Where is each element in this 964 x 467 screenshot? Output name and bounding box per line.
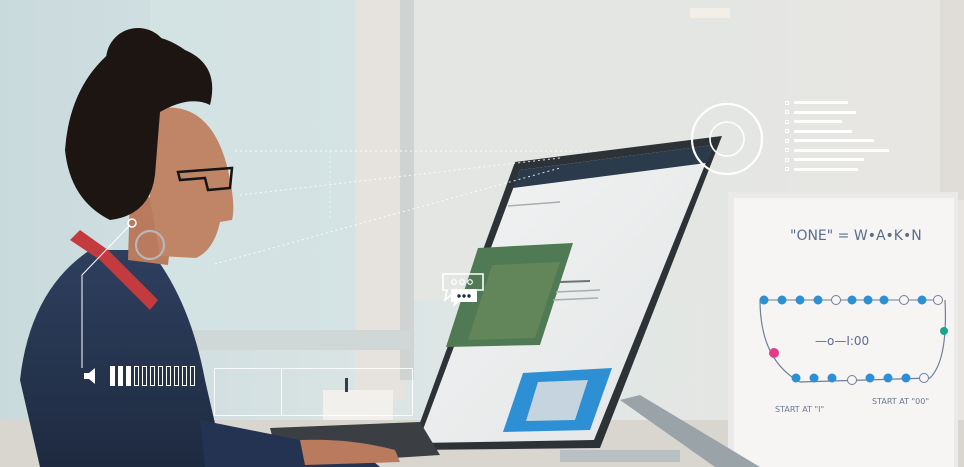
whiteboard-dot [831,295,841,305]
photo-stage: "ONE" = W•A•K•N —o—I:00 START AT "I" STA… [0,0,964,467]
whiteboard-dot [847,375,857,385]
whiteboard-dot [795,295,805,305]
whiteboard-dot [883,373,893,383]
whiteboard-dot [879,295,889,305]
paper-box [323,390,393,420]
whiteboard-dot [865,373,875,383]
whiteboard-dot [809,373,819,383]
pillar-right [940,0,964,200]
whiteboard-dot [899,295,909,305]
whiteboard-heading: "ONE" = W•A•K•N [790,228,922,244]
hair-bun [106,28,170,92]
whiteboard-middle: —o—I:00 [815,334,869,348]
whiteboard-dot [901,373,911,383]
whiteboard-caption-left: START AT "I" [775,405,824,414]
whiteboard-teal-dot [940,327,948,335]
whiteboard-dot [933,295,943,305]
office-scene: "ONE" = W•A•K•N —o—I:00 START AT "I" STA… [0,0,964,467]
whiteboard: "ONE" = W•A•K•N —o—I:00 START AT "I" STA… [728,192,958,467]
whiteboard-dot [863,295,873,305]
whiteboard-dot [847,295,857,305]
whiteboard-dot [759,295,769,305]
pens [345,378,348,392]
whiteboard-dot [777,295,787,305]
whiteboard-dot [813,295,823,305]
whiteboard-pink-dot [769,348,779,358]
whiteboard-caption-right: START AT "00" [872,397,929,406]
monitor-base [560,450,680,462]
whiteboard-dot [827,373,837,383]
monitor-text-1 [559,280,591,283]
whiteboard-dot [919,373,929,383]
whiteboard-dot [917,295,927,305]
ceiling-light [690,8,730,18]
whiteboard-dot [791,373,801,383]
window-frame-2 [400,0,414,380]
